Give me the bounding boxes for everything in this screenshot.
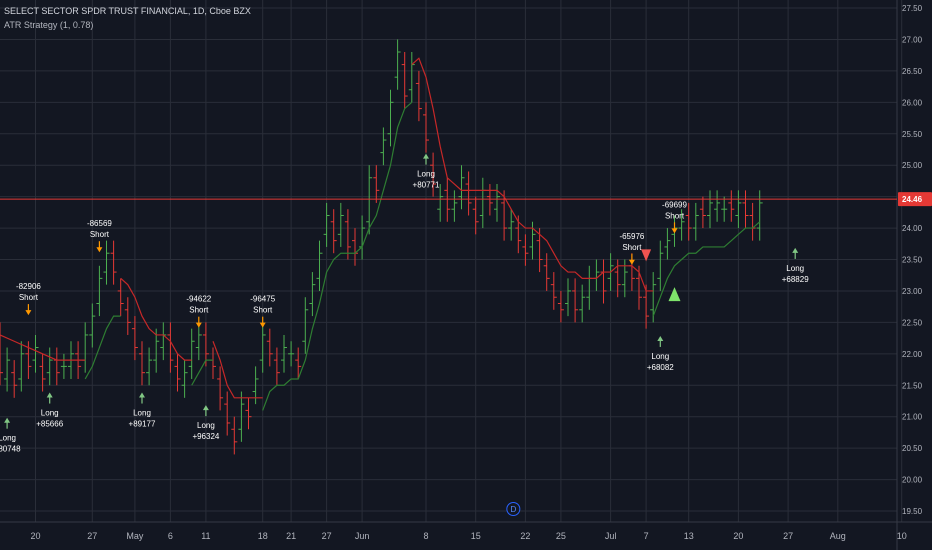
time-tick-label: 15 (471, 531, 481, 541)
dividend-marker[interactable]: D (506, 502, 521, 516)
long-stop-line (191, 359, 213, 386)
buy-signal-icon (668, 287, 681, 302)
short-arrowhead-icon (25, 310, 32, 316)
short-label: -96475 (250, 295, 275, 304)
short-label: Short (253, 306, 273, 315)
short-arrowhead-icon (628, 259, 635, 265)
short-arrowhead-icon (195, 322, 202, 328)
price-tick-label: 27.00 (902, 35, 923, 44)
price-axis[interactable]: 27.5027.0026.5026.0025.5025.0024.5024.00… (898, 4, 932, 516)
long-arrowhead-icon (139, 392, 145, 398)
short-arrowhead-icon (259, 322, 266, 328)
price-bars (0, 39, 763, 455)
short-arrowhead-icon (96, 247, 103, 253)
price-tick-label: 26.00 (902, 98, 923, 107)
long-label: +80748 (0, 445, 21, 454)
price-tick-label: 21.50 (902, 381, 923, 390)
time-tick-label: 8 (423, 531, 428, 541)
short-arrowhead-icon (671, 228, 678, 234)
price-tick-label: 23.00 (902, 287, 923, 296)
short-label: -86569 (87, 219, 112, 228)
long-label: Long (41, 409, 59, 418)
price-tick-label: 22.50 (902, 318, 923, 327)
long-label: Long (786, 264, 804, 273)
time-tick-label: 6 (168, 531, 173, 541)
short-label: Short (622, 243, 642, 252)
time-tick-label: Aug (830, 531, 846, 541)
short-label: Short (189, 306, 209, 315)
short-label: Short (19, 293, 39, 302)
long-stop-line (652, 221, 761, 317)
time-tick-label: 13 (684, 531, 694, 541)
time-tick-label: 22 (520, 531, 530, 541)
long-label: Long (417, 170, 435, 179)
short-label: Short (665, 211, 685, 220)
price-tick-label: 20.50 (902, 444, 923, 453)
long-stop-line (262, 101, 413, 411)
time-tick-label: 27 (87, 531, 97, 541)
time-tick-label: 27 (322, 531, 332, 541)
long-label: +96324 (192, 432, 219, 441)
time-tick-label: 7 (644, 531, 649, 541)
long-label: Long (651, 352, 669, 361)
long-label: +68829 (782, 275, 809, 284)
short-label: -69699 (662, 200, 687, 209)
time-tick-label: Jun (355, 531, 370, 541)
price-tick-label: 24.00 (902, 224, 923, 233)
dividend-marker-label: D (510, 505, 516, 514)
long-label: Long (133, 409, 151, 418)
time-tick-label: 20 (30, 531, 40, 541)
long-arrowhead-icon (657, 335, 664, 341)
long-arrowhead-icon (792, 247, 799, 253)
price-tick-label: 19.50 (902, 507, 923, 516)
long-label: +89177 (129, 420, 156, 429)
price-tick-label: 20.00 (902, 476, 923, 485)
indicator-title[interactable]: ATR Strategy (1, 0.78) (4, 20, 93, 30)
long-arrowhead-icon (46, 392, 53, 398)
long-label: +68082 (647, 363, 674, 372)
long-arrowhead-icon (202, 405, 209, 411)
time-tick-label: Jul (605, 531, 617, 541)
long-label: Long (0, 434, 16, 443)
time-tick-label: 21 (286, 531, 296, 541)
long-arrowhead-icon (423, 153, 429, 159)
chart-canvas[interactable]: Long +80748 -82906 Short Long +85666 -86569 Sho… (0, 0, 932, 550)
price-tick-label: 25.50 (902, 130, 923, 139)
short-label: Short (90, 230, 110, 239)
time-tick-label: 25 (556, 531, 566, 541)
short-label: -82906 (16, 282, 41, 291)
symbol-title[interactable]: SELECT SECTOR SPDR TRUST FINANCIAL, 1D, … (4, 6, 251, 16)
short-label: -65976 (619, 232, 644, 241)
time-tick-label: 20 (733, 531, 743, 541)
price-tick-label: 27.50 (902, 4, 923, 13)
price-tick-label: 23.50 (902, 256, 923, 265)
long-stop-line (84, 315, 121, 380)
time-tick-label: 27 (783, 531, 793, 541)
short-label: -94622 (186, 295, 211, 304)
time-tick-label: 18 (258, 531, 268, 541)
long-arrowhead-icon (4, 417, 11, 423)
long-label: +85666 (36, 420, 63, 429)
time-tick-label: 10 (897, 531, 907, 541)
price-tick-label: 25.00 (902, 161, 923, 170)
long-label: Long (197, 421, 215, 430)
price-tick-label: 26.50 (902, 67, 923, 76)
time-axis[interactable]: 20 27 May 6 11 18 21 27 Jun 8 15 22 25 Jul 7 13 20 27 Aug 1… (30, 531, 906, 541)
time-tick-label: May (126, 531, 144, 541)
last-price-tag-label: 24.46 (902, 195, 923, 204)
long-label: +80771 (413, 181, 440, 190)
price-tick-label: 22.00 (902, 350, 923, 359)
price-tick-label: 21.00 (902, 413, 923, 422)
time-tick-label: 11 (201, 531, 210, 541)
